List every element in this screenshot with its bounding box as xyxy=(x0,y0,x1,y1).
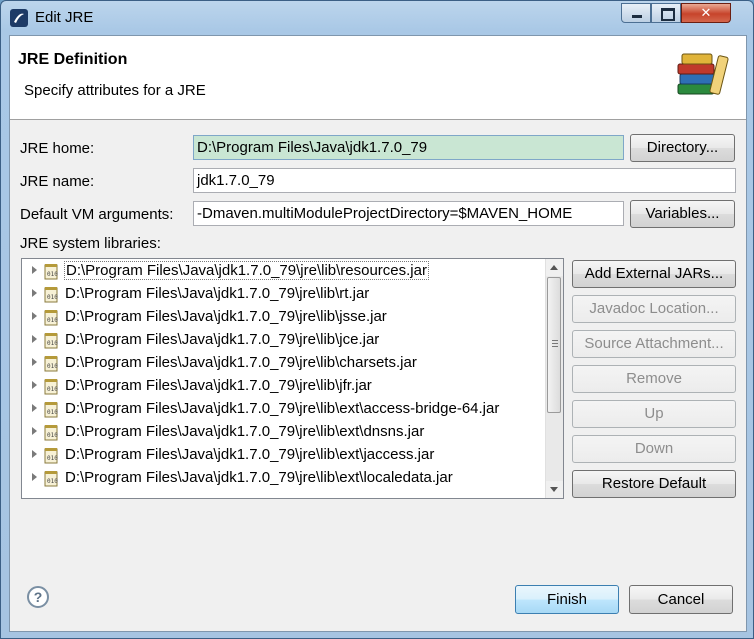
library-books-icon xyxy=(677,53,729,95)
help-icon[interactable]: ? xyxy=(27,586,49,608)
banner-title: JRE Definition xyxy=(18,51,128,68)
cancel-button[interactable]: Cancel xyxy=(629,585,733,614)
svg-text:010: 010 xyxy=(47,271,58,278)
expand-arrow-icon[interactable] xyxy=(32,381,37,389)
scroll-up-arrow-icon[interactable] xyxy=(546,259,563,276)
svg-text:010: 010 xyxy=(47,340,58,347)
up-button[interactable]: Up xyxy=(572,400,736,428)
library-item[interactable]: 010 D:\Program Files\Java\jdk1.7.0_79\jr… xyxy=(22,260,547,283)
jar-icon: 010 xyxy=(44,448,58,464)
expand-arrow-icon[interactable] xyxy=(32,473,37,481)
library-item[interactable]: 010 D:\Program Files\Java\jdk1.7.0_79\jr… xyxy=(22,444,547,467)
jar-icon: 010 xyxy=(44,264,58,280)
close-icon: ✕ xyxy=(700,5,712,20)
libraries-scrollbar[interactable] xyxy=(545,259,563,498)
scroll-down-arrow-icon[interactable] xyxy=(546,481,563,498)
scrollbar-thumb[interactable] xyxy=(547,277,561,413)
down-button[interactable]: Down xyxy=(572,435,736,463)
expand-arrow-icon[interactable] xyxy=(32,289,37,297)
library-item[interactable]: 010 D:\Program Files\Java\jdk1.7.0_79\jr… xyxy=(22,283,547,306)
svg-text:010: 010 xyxy=(47,386,58,393)
expand-arrow-icon[interactable] xyxy=(32,335,37,343)
window-title: Edit JRE xyxy=(35,9,94,26)
jar-icon: 010 xyxy=(44,356,58,372)
banner-description: Specify attributes for a JRE xyxy=(24,82,206,99)
minimize-button[interactable] xyxy=(621,3,651,23)
jar-icon: 010 xyxy=(44,425,58,441)
library-item[interactable]: 010 D:\Program Files\Java\jdk1.7.0_79\jr… xyxy=(22,398,547,421)
library-item[interactable]: 010 D:\Program Files\Java\jdk1.7.0_79\jr… xyxy=(22,375,547,398)
svg-text:010: 010 xyxy=(47,409,58,416)
source-attachment-button[interactable]: Source Attachment... xyxy=(572,330,736,358)
svg-text:010: 010 xyxy=(47,294,58,301)
dialog-window: Edit JRE ✕ JRE Definition Specify attrib… xyxy=(0,0,754,639)
svg-text:010: 010 xyxy=(47,455,58,462)
jre-home-label: JRE home: xyxy=(20,140,95,157)
add-external-jars-button[interactable]: Add External JARs... xyxy=(572,260,736,288)
library-item[interactable]: 010 D:\Program Files\Java\jdk1.7.0_79\jr… xyxy=(22,329,547,352)
system-libraries-label: JRE system libraries: xyxy=(20,235,161,252)
libraries-tree[interactable]: 010 D:\Program Files\Java\jdk1.7.0_79\jr… xyxy=(21,258,564,499)
expand-arrow-icon[interactable] xyxy=(32,404,37,412)
vm-arguments-field[interactable]: -Dmaven.multiModuleProjectDirectory=$MAV… xyxy=(193,201,624,226)
library-item[interactable]: 010 D:\Program Files\Java\jdk1.7.0_79\jr… xyxy=(22,421,547,444)
jar-icon: 010 xyxy=(44,379,58,395)
finish-button[interactable]: Finish xyxy=(515,585,619,614)
vm-arguments-label: Default VM arguments: xyxy=(20,206,174,223)
svg-text:010: 010 xyxy=(47,478,58,485)
javadoc-location-button[interactable]: Javadoc Location... xyxy=(572,295,736,323)
library-item[interactable]: 010 D:\Program Files\Java\jdk1.7.0_79\jr… xyxy=(22,467,547,490)
jre-home-field[interactable]: D:\Program Files\Java\jdk1.7.0_79 xyxy=(193,135,624,160)
expand-arrow-icon[interactable] xyxy=(32,427,37,435)
maximize-button[interactable] xyxy=(651,3,681,23)
scroll-grip-icon xyxy=(552,340,558,347)
directory-button[interactable]: Directory... xyxy=(630,134,735,162)
dialog-body: JRE Definition Specify attributes for a … xyxy=(9,35,747,632)
expand-arrow-icon[interactable] xyxy=(32,266,37,274)
jar-icon: 010 xyxy=(44,310,58,326)
jar-icon: 010 xyxy=(44,402,58,418)
expand-arrow-icon[interactable] xyxy=(32,312,37,320)
expand-arrow-icon[interactable] xyxy=(32,450,37,458)
library-item[interactable]: 010 D:\Program Files\Java\jdk1.7.0_79\jr… xyxy=(22,306,547,329)
minimize-icon xyxy=(632,15,642,18)
jar-icon: 010 xyxy=(44,333,58,349)
restore-default-button[interactable]: Restore Default xyxy=(572,470,736,498)
jar-icon: 010 xyxy=(44,287,58,303)
jar-icon: 010 xyxy=(44,471,58,487)
expand-arrow-icon[interactable] xyxy=(32,358,37,366)
svg-text:010: 010 xyxy=(47,317,58,324)
library-item[interactable]: 010 D:\Program Files\Java\jdk1.7.0_79\jr… xyxy=(22,352,547,375)
header-banner: JRE Definition Specify attributes for a … xyxy=(10,36,746,120)
jre-name-label: JRE name: xyxy=(20,173,95,190)
svg-text:010: 010 xyxy=(47,363,58,370)
remove-button[interactable]: Remove xyxy=(572,365,736,393)
jre-name-field[interactable]: jdk1.7.0_79 xyxy=(193,168,736,193)
svg-text:010: 010 xyxy=(47,432,58,439)
maximize-icon xyxy=(661,8,675,21)
close-button[interactable]: ✕ xyxy=(681,3,731,23)
eclipse-app-icon xyxy=(10,9,28,27)
variables-button[interactable]: Variables... xyxy=(630,200,735,228)
title-bar[interactable]: Edit JRE ✕ xyxy=(1,1,754,35)
